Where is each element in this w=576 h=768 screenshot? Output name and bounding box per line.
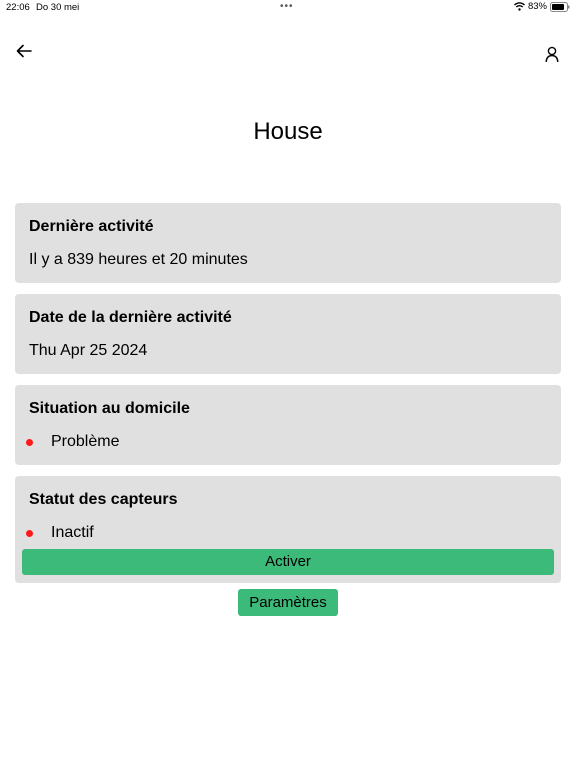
user-icon	[545, 46, 559, 67]
home-situation-card: Situation au domicile Problème	[15, 385, 561, 465]
home-situation-title: Situation au domicile	[29, 400, 190, 417]
last-activity-card: Dernière activité Il y a 839 heures et 2…	[15, 203, 561, 283]
profile-button[interactable]	[540, 44, 564, 68]
last-activity-value: Il y a 839 heures et 20 minutes	[29, 251, 248, 268]
sensor-status-text: Inactif	[51, 524, 94, 541]
last-activity-date-title: Date de la dernière activité	[29, 309, 232, 326]
sensor-status-card: Statut des capteurs Inactif Activer	[15, 476, 561, 583]
red-status-dot-icon	[26, 529, 33, 537]
status-indicators: 83%	[513, 1, 570, 12]
red-status-dot-icon	[26, 438, 33, 446]
last-activity-date-value: Thu Apr 25 2024	[29, 342, 148, 359]
multitasking-dots-icon[interactable]: •••	[280, 1, 294, 12]
status-bar: 22:06 Do 30 mei ••• 83%	[0, 0, 576, 16]
sensor-status-title: Statut des capteurs	[29, 491, 178, 508]
battery-icon	[550, 1, 570, 12]
back-button[interactable]	[12, 41, 36, 65]
last-activity-title: Dernière activité	[29, 218, 154, 235]
status-time: 22:06	[6, 2, 30, 13]
sensor-status: Inactif	[26, 524, 94, 542]
page-title: House	[253, 118, 323, 145]
home-situation-status: Problème	[26, 433, 119, 451]
status-date: Do 30 mei	[36, 2, 80, 13]
wifi-icon	[513, 2, 525, 11]
settings-button[interactable]: Paramètres	[238, 589, 338, 616]
last-activity-date-card: Date de la dernière activité Thu Apr 25 …	[15, 294, 561, 374]
activate-button[interactable]: Activer	[22, 549, 554, 575]
battery-percent: 83%	[527, 1, 547, 12]
arrow-left-icon	[16, 44, 32, 63]
home-situation-status-text: Problème	[51, 433, 120, 450]
